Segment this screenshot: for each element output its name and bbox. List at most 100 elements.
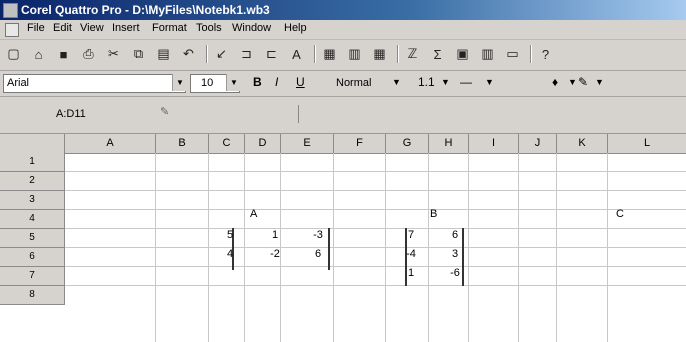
matrix-a-cell[interactable]: -2 (260, 248, 290, 260)
row-header-2[interactable]: 2 (0, 172, 65, 191)
new-icon[interactable]: ▢ (4, 44, 23, 64)
row-header-5[interactable]: 5 (0, 229, 65, 248)
help-icon[interactable]: ? (536, 44, 555, 64)
menu-edit[interactable]: Edit (53, 22, 72, 34)
sort-icon[interactable]: ℤ (403, 44, 422, 64)
cut-icon[interactable]: ✂ (104, 44, 123, 64)
insert-col-icon[interactable]: ⊏ (262, 44, 281, 64)
font-select[interactable]: Arial (3, 74, 186, 93)
grid-line (65, 171, 686, 172)
column-header-b[interactable]: B (156, 134, 209, 154)
italic-button[interactable]: I (275, 75, 278, 89)
bold-button[interactable]: B (253, 75, 262, 89)
underline-button[interactable]: U (296, 75, 305, 89)
column-header-a[interactable]: A (65, 134, 156, 154)
menu-view[interactable]: View (80, 22, 104, 34)
toolbar-separator (206, 45, 208, 63)
grid-line (65, 247, 686, 248)
style-select[interactable]: Normal (336, 77, 371, 89)
row-header-7[interactable]: 7 (0, 267, 65, 286)
menu-help[interactable]: Help (284, 22, 307, 34)
map-icon[interactable]: ▥ (478, 44, 497, 64)
input-line: A:D11 ✎ (0, 97, 686, 134)
align-icon[interactable]: ↙ (212, 44, 231, 64)
column-header-g[interactable]: G (386, 134, 429, 154)
matrix-b-cell[interactable]: 3 (440, 248, 470, 260)
formula-edit-icon[interactable]: ✎ (160, 105, 169, 118)
column-header-l[interactable]: L (608, 134, 686, 154)
menu-file[interactable]: File (27, 22, 45, 34)
row-header-8[interactable]: 8 (0, 286, 65, 305)
column-header-e[interactable]: E (281, 134, 334, 154)
row-header-3[interactable]: 3 (0, 191, 65, 210)
fill-dropdown-icon[interactable]: ▼ (568, 77, 577, 87)
menu-format[interactable]: Format (152, 22, 187, 34)
text-box-icon[interactable]: A (287, 44, 306, 64)
column-header-i[interactable]: I (469, 134, 519, 154)
spreadsheet-grid[interactable]: A B C D E F G H I J K L 1 2 3 4 5 6 7 8 (0, 134, 686, 342)
column-header-h[interactable]: H (429, 134, 469, 154)
matrix-b-cell[interactable]: 7 (396, 229, 426, 241)
fill-color-icon[interactable]: ♦ (552, 75, 558, 89)
font-dropdown-icon[interactable]: ▼ (172, 74, 187, 91)
grid-icon[interactable]: ▥ (345, 44, 364, 64)
border-dropdown-icon[interactable]: ▼ (485, 77, 494, 87)
matrix-label-c: C (616, 208, 624, 220)
row-header-6[interactable]: 6 (0, 248, 65, 267)
matrix-a-cell[interactable]: 1 (260, 229, 290, 241)
app-icon[interactable] (3, 3, 18, 18)
document-icon[interactable] (5, 23, 19, 37)
select-all-corner[interactable] (0, 134, 65, 154)
grid-line (65, 266, 686, 267)
toolbar-separator (530, 45, 532, 63)
text-color-dropdown-icon[interactable]: ▼ (595, 77, 604, 87)
title-bar: Corel Quattro Pro - D:\MyFiles\Notebk1.w… (0, 0, 686, 20)
insert-row-icon[interactable]: ⊐ (237, 44, 256, 64)
copy-icon[interactable]: ⧉ (129, 44, 148, 64)
grid2-icon[interactable]: ▦ (370, 44, 389, 64)
font-value: Arial (7, 77, 30, 89)
matrix-a-cell[interactable]: 5 (215, 229, 245, 241)
menu-tools[interactable]: Tools (196, 22, 222, 34)
main-toolbar: ▢ ⌂ ■ ⎙ ✂ ⧉ ▤ ↶ ↙ ⊐ ⊏ A ▦ ▥ ▦ ℤ Σ ▣ ▥ ▭? (0, 40, 686, 71)
undo-icon[interactable]: ↶ (179, 44, 198, 64)
numformat-dropdown-icon[interactable]: ▼ (441, 77, 450, 87)
print-icon[interactable]: ⎙ (79, 44, 98, 64)
text-color-icon[interactable]: ✎ (578, 75, 588, 89)
table-icon[interactable]: ▭ (503, 44, 522, 64)
chart2-icon[interactable]: ▣ (453, 44, 472, 64)
matrix-b-cell[interactable]: -4 (396, 248, 426, 260)
numformat-button[interactable]: 1.1 (418, 75, 435, 89)
toolbar-separator (314, 45, 316, 63)
row-header-4[interactable]: 4 (0, 210, 65, 229)
matrix-a-cell[interactable]: 4 (215, 248, 245, 260)
menu-insert[interactable]: Insert (112, 22, 140, 34)
formula-input[interactable] (298, 105, 679, 123)
window-title: Corel Quattro Pro - D:\MyFiles\Notebk1.w… (21, 3, 270, 17)
open-icon[interactable]: ⌂ (29, 44, 48, 64)
app-window: Corel Quattro Pro - D:\MyFiles\Notebk1.w… (0, 0, 686, 342)
size-dropdown-icon[interactable]: ▼ (226, 74, 241, 91)
column-header-j[interactable]: J (519, 134, 557, 154)
row-header-1[interactable]: 1 (0, 153, 65, 172)
matrix-b-cell[interactable]: 6 (440, 229, 470, 241)
matrix-label-a: A (250, 208, 258, 220)
column-header-k[interactable]: K (557, 134, 608, 154)
matrix-a-cell[interactable]: 6 (303, 248, 333, 260)
border-icon[interactable]: — (460, 75, 472, 89)
column-header-f[interactable]: F (334, 134, 386, 154)
matrix-b-cell[interactable]: -6 (440, 267, 470, 279)
style-dropdown-icon[interactable]: ▼ (392, 77, 401, 87)
grid-line (65, 209, 686, 210)
chart-icon[interactable]: ▦ (320, 44, 339, 64)
column-header-c[interactable]: C (209, 134, 245, 154)
matrix-b-cell[interactable]: 1 (396, 267, 426, 279)
column-header-d[interactable]: D (245, 134, 281, 154)
menu-window[interactable]: Window (232, 22, 271, 34)
matrix-a-cell[interactable]: -3 (303, 229, 333, 241)
format-toolbar: Arial ▼ 10 ▼ B I U Normal ▼ 1.1 ▼ — ▼ ♦ … (0, 71, 686, 97)
paste-icon[interactable]: ▤ (154, 44, 173, 64)
cell-reference-box[interactable]: A:D11 (8, 105, 128, 123)
save-icon[interactable]: ■ (54, 44, 73, 64)
sum-icon[interactable]: Σ (428, 44, 447, 64)
